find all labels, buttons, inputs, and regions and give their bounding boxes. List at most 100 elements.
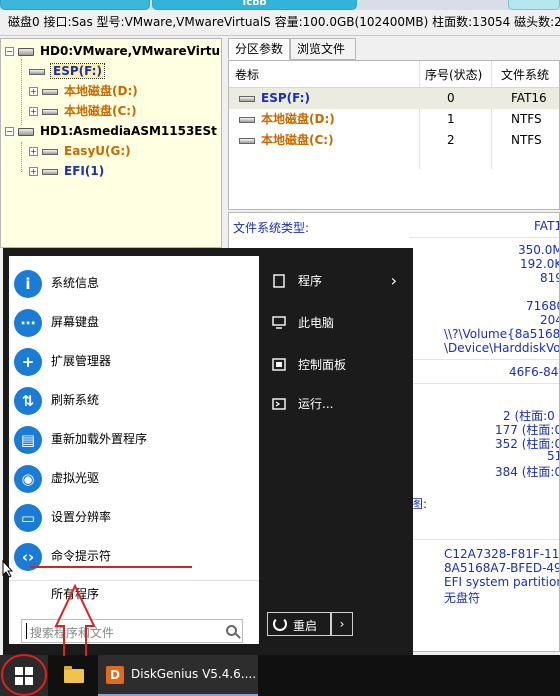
row-name: ESP(F:) xyxy=(239,88,310,109)
menu-item-label: 控制面板 xyxy=(298,358,347,372)
tree-partition[interactable]: + EasyU(G:) xyxy=(29,141,131,161)
menu-item-screen-keyboard[interactable]: ⋯ 屏幕键盘 xyxy=(9,303,259,342)
restart-label: 重启 xyxy=(293,619,318,633)
disk-tree: − HD0:VMware,VMwareVirtu ESP(F:) + 本地磁盘(D:… xyxy=(0,38,222,248)
plus-icon: + xyxy=(14,348,42,376)
keyboard-icon: ⋯ xyxy=(14,309,42,337)
tree-partition[interactable]: + 本地磁盘(C:) xyxy=(29,101,137,121)
restart-button[interactable]: 重启 xyxy=(267,612,331,636)
all-programs-button[interactable]: 所有程序 xyxy=(9,580,259,606)
row-fs: NTFS xyxy=(511,133,542,147)
tree-partition[interactable]: + EFI(1) xyxy=(29,161,104,181)
monitor-icon: ▭ xyxy=(14,504,42,532)
folder-icon xyxy=(64,666,84,683)
partition-icon xyxy=(42,108,58,115)
tab-browse-files[interactable]: 浏览文件 xyxy=(290,38,356,60)
disk-segment[interactable] xyxy=(0,0,150,10)
diskgenius-icon: D xyxy=(106,666,124,684)
partition-icon xyxy=(42,148,58,155)
disk-segment-selected[interactable]: Icbb xyxy=(152,0,357,10)
menu-item-refresh-system[interactable]: ⇅ 刷新系统 xyxy=(9,381,259,420)
tree-partition[interactable]: + 本地磁盘(D:) xyxy=(29,81,138,101)
menu-item-label: 刷新系统 xyxy=(51,393,100,407)
table-row[interactable]: 本地磁盘(C:) 2 NTFS xyxy=(229,130,559,151)
fs-type-label: 文件系统类型: xyxy=(233,221,310,235)
taskbar-diskgenius[interactable]: D DiskGenius V5.4.6.... xyxy=(98,655,258,696)
code-icon: ‹› xyxy=(14,543,42,571)
row-name: 本地磁盘(D:) xyxy=(239,109,335,130)
detail-value: 204 xyxy=(540,313,559,327)
partition-icon xyxy=(239,95,255,102)
refresh-icon: ⇅ xyxy=(14,387,42,415)
detail-value: 71680 xyxy=(526,299,559,313)
disk-partition-bar[interactable]: Icbb xyxy=(0,0,560,10)
computer-icon xyxy=(272,316,286,329)
start-button[interactable] xyxy=(0,655,48,696)
menu-item-extension-manager[interactable]: + 扩展管理器 xyxy=(9,342,259,381)
detail-value: 46F6-844 xyxy=(509,365,559,379)
table-row[interactable]: ESP(F:) 0 FAT16 xyxy=(229,88,559,109)
tab-partition-params[interactable]: 分区参数 xyxy=(228,38,290,60)
column-header-label[interactable]: 卷标 xyxy=(235,65,259,85)
search-input[interactable]: 搜索程序和文件 xyxy=(21,619,243,643)
run-icon xyxy=(272,398,286,410)
menu-item-programs[interactable]: 程序 › xyxy=(265,264,407,298)
expand-icon[interactable]: + xyxy=(29,147,38,156)
collapse-icon[interactable]: − xyxy=(5,127,14,136)
menu-item-label: 重新加载外置程序 xyxy=(51,432,148,446)
tree-disk-label: HD0:VMware,VMwareVirtu xyxy=(40,44,221,58)
menu-item-reload-external[interactable]: ▤ 重新加载外置程序 xyxy=(9,420,259,459)
taskbar-file-explorer[interactable] xyxy=(56,663,90,691)
row-fs: NTFS xyxy=(511,112,542,126)
row-seq: 2 xyxy=(447,133,455,147)
control-panel-icon xyxy=(272,358,286,371)
disc-icon: ◉ xyxy=(14,465,42,493)
menu-item-control-panel[interactable]: 控制面板 xyxy=(265,348,407,382)
menu-item-virtual-drive[interactable]: ◉ 虚拟光驱 xyxy=(9,459,259,498)
detail-value: 819 xyxy=(540,271,559,285)
menu-item-command-prompt[interactable]: ‹› 命令提示符 xyxy=(9,537,259,576)
disk-info-line: 磁盘0 接口:Sas 型号:VMware,VMwareVirtualS 容量:1… xyxy=(0,10,560,36)
menu-item-label: 此电脑 xyxy=(298,316,335,330)
search-placeholder: 搜索程序和文件 xyxy=(30,626,115,640)
column-header-seq[interactable]: 序号(状态) xyxy=(425,65,482,85)
detail-value: 51 xyxy=(547,449,559,463)
menu-item-run[interactable]: 运行... xyxy=(265,387,407,421)
column-header-fs[interactable]: 文件系统 xyxy=(501,65,549,85)
map-label: 图: xyxy=(411,497,428,511)
menu-item-label: 程序 xyxy=(298,274,323,288)
search-icon[interactable] xyxy=(226,625,237,636)
expand-icon[interactable]: + xyxy=(29,167,38,176)
tree-partition-label: ESP(F:) xyxy=(50,63,105,79)
expand-icon[interactable]: + xyxy=(29,107,38,116)
menu-item-this-pc[interactable]: 此电脑 xyxy=(265,306,407,340)
shutdown-options-button[interactable]: › xyxy=(331,612,353,636)
power-icon xyxy=(273,617,287,631)
detail-value: 350.0M xyxy=(518,243,560,257)
partition-icon xyxy=(42,88,58,95)
tree-partition-label: EasyU(G:) xyxy=(64,144,131,158)
tree-disk-hd1[interactable]: − HD1:AsmediaASM1153ESt xyxy=(5,121,217,141)
tree-partition-label: 本地磁盘(C:) xyxy=(64,104,137,118)
detail-value: \\?\Volume{8a5168a xyxy=(444,327,560,341)
table-row[interactable]: 本地磁盘(D:) 1 NTFS xyxy=(229,109,559,130)
tree-partition[interactable]: ESP(F:) xyxy=(29,61,105,81)
info-icon: i xyxy=(14,270,42,298)
menu-item-set-resolution[interactable]: ▭ 设置分辨率 xyxy=(9,498,259,537)
disk-icon xyxy=(18,127,34,136)
detail-value: EFI system partition xyxy=(444,575,560,589)
row-seq: 0 xyxy=(447,91,455,105)
mouse-cursor-icon xyxy=(2,560,14,578)
partition-icon xyxy=(239,137,255,144)
row-fs: FAT16 xyxy=(511,91,547,105)
text-caret xyxy=(26,623,27,639)
collapse-icon[interactable]: − xyxy=(5,47,14,56)
menu-item-system-info[interactable]: i 系统信息 xyxy=(9,264,259,303)
detail-value: 8A5168A7-BFED-496 xyxy=(444,561,560,575)
tree-disk-hd0[interactable]: − HD0:VMware,VMwareVirtu xyxy=(5,41,220,61)
expand-icon[interactable]: + xyxy=(29,87,38,96)
disk-segment[interactable] xyxy=(508,0,560,10)
start-menu: i 系统信息 ⋯ 屏幕键盘 + 扩展管理器 ⇅ 刷新系统 ▤ 重新加载外置程序 … xyxy=(3,248,413,656)
taskbar-app-label: DiskGenius V5.4.6.... xyxy=(131,667,257,681)
fs-type-value: FAT1 xyxy=(534,219,560,233)
